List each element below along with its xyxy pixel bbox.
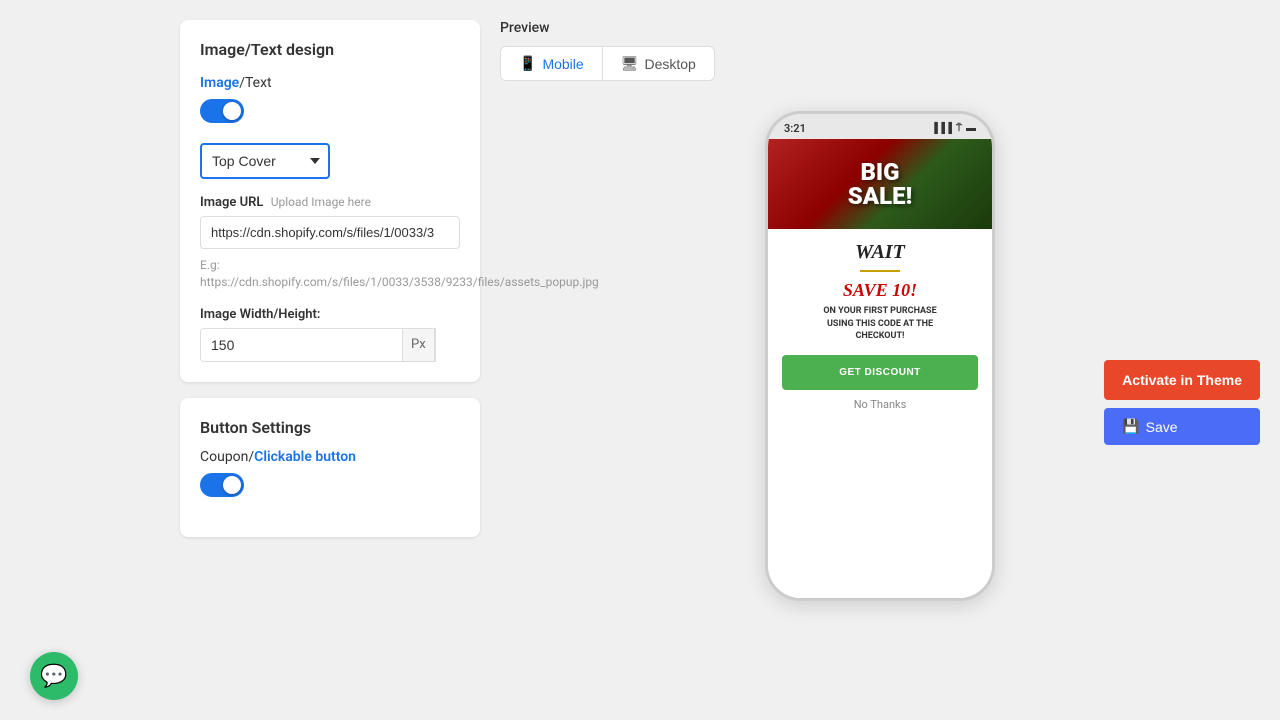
image-text-toggle[interactable] bbox=[200, 99, 244, 123]
wait-text: WAIT bbox=[855, 241, 905, 264]
get-discount-button[interactable]: GET DISCOUNT bbox=[782, 355, 978, 390]
image-text-design-card: Image/Text design Image/Text Top Cover bbox=[180, 20, 480, 382]
width-height-label: Image Width/Height: bbox=[200, 307, 460, 322]
tab-mobile-label: Mobile bbox=[542, 56, 583, 72]
coupon-label-plain: Coupon/ bbox=[200, 449, 254, 465]
preview-label: Preview bbox=[500, 20, 1260, 36]
chat-icon: 💬 bbox=[40, 664, 67, 689]
preview-tabs: 📱 Mobile 🖥 Desktop bbox=[500, 46, 715, 81]
desktop-icon: 🖥 bbox=[621, 55, 639, 72]
phone-time: 3:21 bbox=[784, 122, 806, 135]
px-label: Px bbox=[402, 328, 435, 362]
toggle-thumb bbox=[223, 102, 241, 120]
toggle-container[interactable] bbox=[200, 99, 460, 127]
gold-divider bbox=[860, 270, 900, 272]
save-button[interactable]: 💾 Save bbox=[1104, 408, 1260, 445]
battery-icon: ▬ bbox=[966, 123, 976, 134]
left-panel: Image/Text design Image/Text Top Cover bbox=[180, 20, 480, 700]
upload-hint: Upload Image here bbox=[271, 195, 371, 209]
big-sale-text: BIG SALE! bbox=[848, 160, 912, 208]
save-text: SAVE 10! bbox=[843, 280, 917, 301]
image-url-example: E.g: https://cdn.shopify.com/s/files/1/0… bbox=[200, 257, 460, 291]
tab-desktop-label: Desktop bbox=[644, 56, 695, 72]
spinner-down[interactable]: ▼ bbox=[435, 345, 436, 361]
button-settings-title: Button Settings bbox=[200, 418, 460, 437]
no-thanks-text[interactable]: No Thanks bbox=[854, 398, 907, 411]
coupon-label-highlight: Clickable button bbox=[254, 449, 356, 465]
subtitle-text: ON YOUR FIRST PURCHASE USING THIS CODE A… bbox=[823, 305, 936, 343]
mobile-icon: 📱 bbox=[519, 55, 536, 72]
tab-desktop[interactable]: 🖥 Desktop bbox=[602, 47, 714, 80]
chat-bubble[interactable]: 💬 bbox=[30, 652, 78, 700]
spinner-up[interactable]: ▲ bbox=[435, 329, 436, 345]
toggle-label-rest: /Text bbox=[239, 75, 271, 91]
status-icons: ▐▐▐ ⍑ ▬ bbox=[931, 123, 976, 134]
save-label: Save bbox=[1146, 419, 1178, 435]
tab-mobile[interactable]: 📱 Mobile bbox=[501, 47, 602, 80]
popup-body: WAIT SAVE 10! ON YOUR FIRST PURCHASE USI… bbox=[768, 229, 992, 598]
width-height-container: Px ▲ ▼ bbox=[200, 328, 330, 362]
save-icon: 💾 bbox=[1122, 418, 1139, 435]
position-dropdown[interactable]: Top Cover Left Right Background bbox=[200, 143, 330, 179]
wifi-icon: ⍑ bbox=[956, 123, 962, 134]
coupon-toggle-container[interactable] bbox=[200, 473, 460, 501]
width-height-input[interactable] bbox=[200, 328, 402, 362]
big-text-line2: SALE! bbox=[848, 184, 912, 208]
phone-mockup: 3:21 ▐▐▐ ⍑ ▬ BIG SALE! bbox=[765, 111, 995, 601]
big-text-line1: BIG bbox=[848, 160, 912, 184]
button-settings-card: Button Settings Coupon/Clickable button bbox=[180, 398, 480, 537]
popup-image: BIG SALE! bbox=[768, 139, 992, 229]
coupon-toggle-thumb bbox=[223, 476, 241, 494]
toggle-label: Image/Text bbox=[200, 75, 460, 91]
spinner-buttons: ▲ ▼ bbox=[435, 328, 436, 362]
phone-screen: BIG SALE! WAIT SAVE 10! ON YOUR FIRST PU… bbox=[768, 139, 992, 598]
signal-icon: ▐▐▐ bbox=[931, 123, 952, 134]
activate-in-theme-button[interactable]: Activate in Theme bbox=[1104, 360, 1260, 400]
image-url-label: Image URL Upload Image here bbox=[200, 195, 460, 210]
sidebar bbox=[0, 0, 160, 720]
image-url-input[interactable] bbox=[200, 216, 460, 249]
phone-mockup-wrapper: 3:21 ▐▐▐ ⍑ ▬ BIG SALE! bbox=[500, 101, 1260, 601]
phone-status-bar: 3:21 ▐▐▐ ⍑ ▬ bbox=[768, 114, 992, 139]
coupon-label: Coupon/Clickable button bbox=[200, 449, 460, 465]
coupon-toggle[interactable] bbox=[200, 473, 244, 497]
right-buttons: Activate in Theme 💾 Save bbox=[1104, 360, 1260, 445]
card-title: Image/Text design bbox=[200, 40, 460, 59]
toggle-label-highlight: Image bbox=[200, 75, 239, 91]
